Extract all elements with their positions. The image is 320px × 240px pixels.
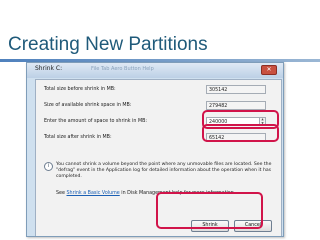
size-before-field: 305142 [206, 85, 266, 94]
window-title: Shrink C: [35, 65, 63, 72]
highlight-buttons [156, 192, 263, 229]
help-link[interactable]: Shrink a Basic Volume [66, 191, 119, 196]
available-space-field: 279482 [206, 101, 266, 110]
slide-title: Creating New Partitions [8, 34, 208, 55]
warning-text: You cannot shrink a volume beyond the po… [56, 162, 272, 179]
close-icon: ✕ [266, 66, 272, 73]
field-label-available-space: Size of available shrink space in MB: [44, 103, 132, 108]
window-titlebar[interactable]: Shrink C: File Tab Aero Button Help ✕ [27, 63, 283, 78]
help-prefix: See [56, 191, 67, 196]
close-button[interactable]: ✕ [261, 65, 277, 75]
field-label-size-before: Total size before shrink in MB: [44, 87, 116, 92]
highlight-size-after [202, 124, 279, 142]
field-label-shrink-amount: Enter the amount of space to shrink in M… [44, 119, 148, 124]
background-menu-text: File Tab Aero Button Help [91, 66, 154, 72]
info-icon: i [44, 162, 53, 171]
field-label-size-after: Total size after shrink in MB: [44, 135, 112, 140]
